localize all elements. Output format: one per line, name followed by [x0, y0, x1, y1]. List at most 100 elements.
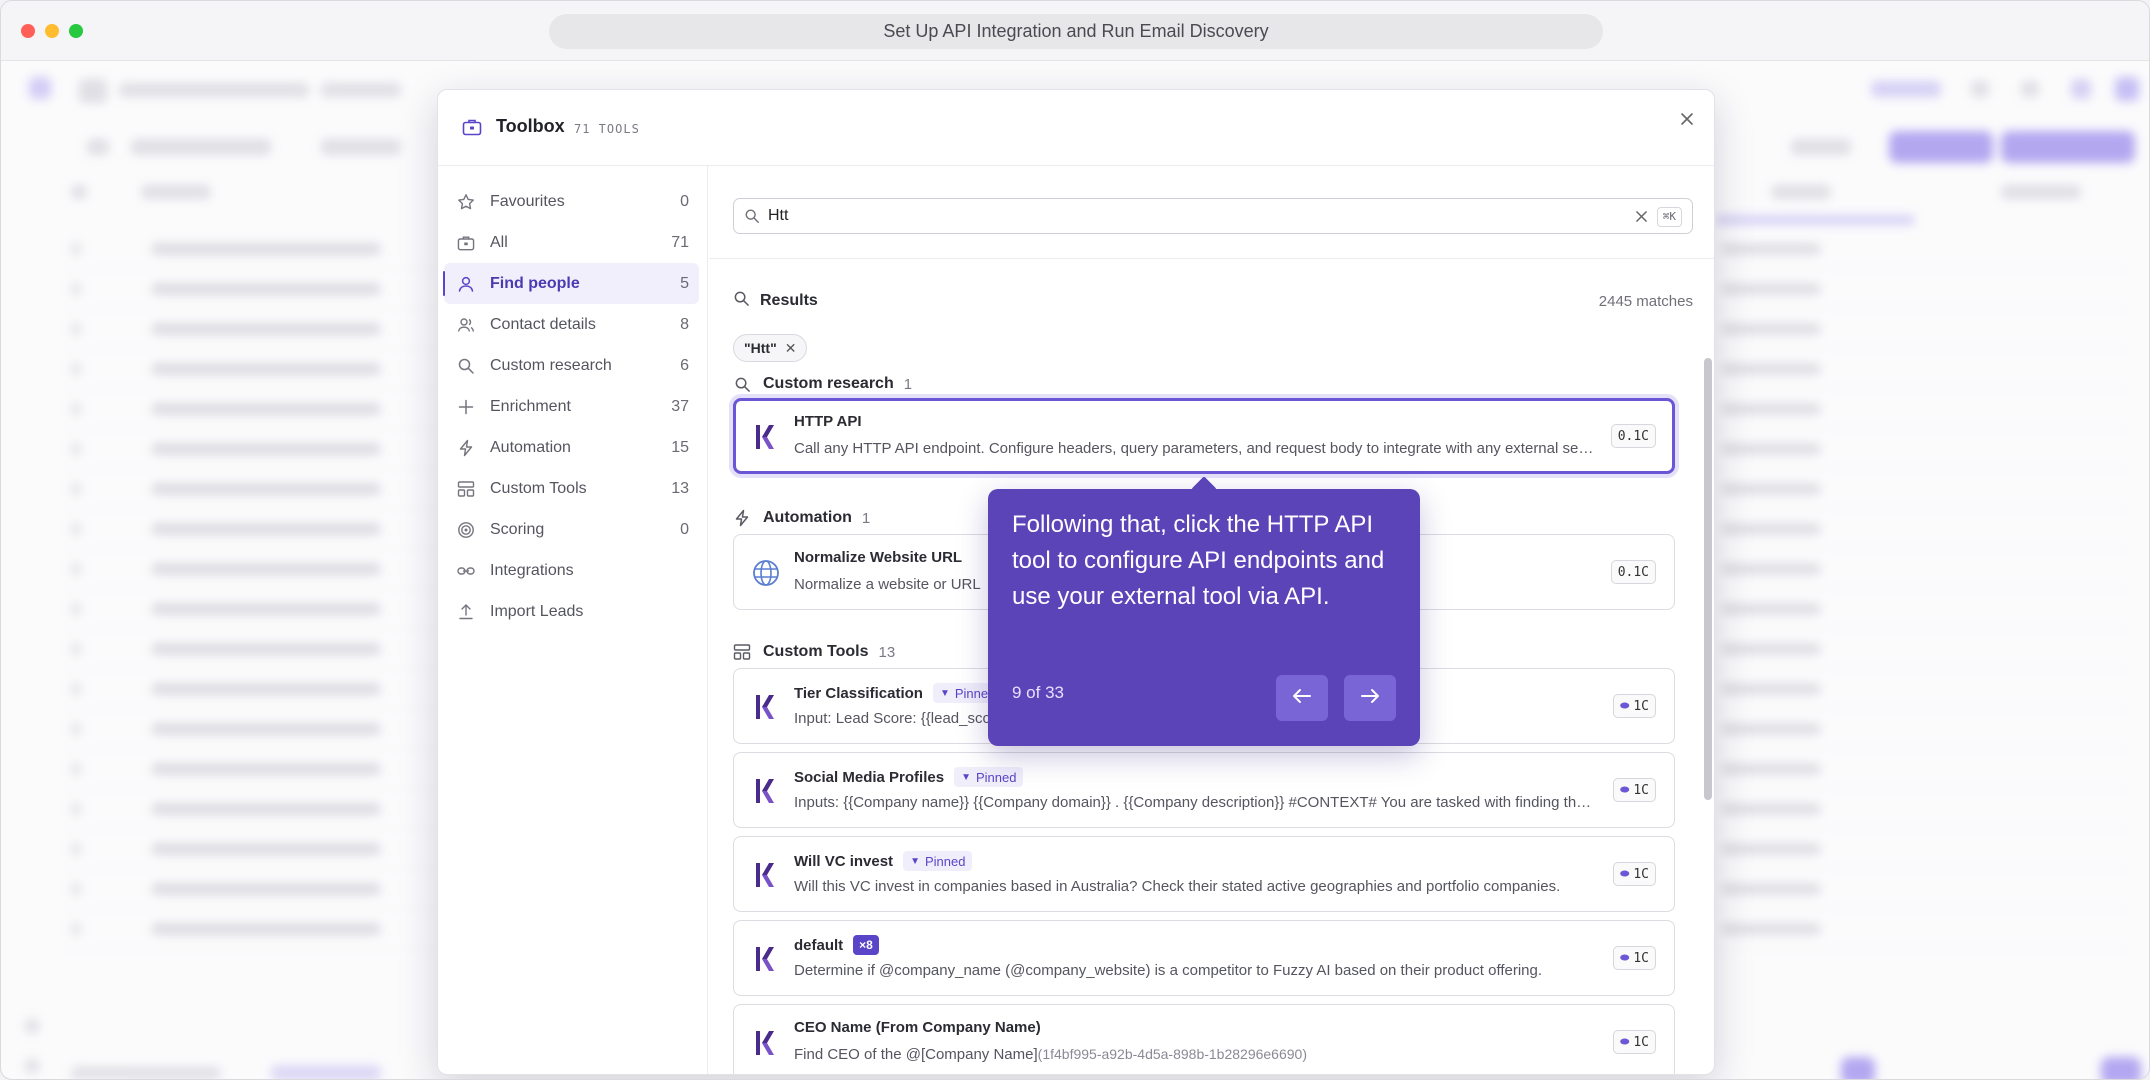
tool-name: Will VC invest ▼ Pinned: [794, 851, 973, 871]
coin-icon: ⬬: [1619, 951, 1630, 964]
previous-step-button[interactable]: [1276, 675, 1328, 721]
tool-card-will-vc-invest[interactable]: Will VC invest ▼ Pinned Will this VC inves…: [733, 836, 1675, 912]
browser-window: Set Up API Integration and Run Email Dis…: [0, 0, 2150, 1080]
address-bar[interactable]: Set Up API Integration and Run Email Dis…: [549, 14, 1603, 49]
tool-card-social-media-profiles[interactable]: Social Media Profiles ▼ Pinned Inputs: {{C…: [733, 752, 1675, 828]
pin-icon: ▼: [939, 687, 950, 699]
pinned-badge: ▼ Pinned: [954, 767, 1024, 787]
search-icon: [733, 290, 750, 312]
coin-icon: ⬬: [1619, 867, 1630, 880]
coin-icon: ⬬: [1619, 1035, 1630, 1048]
cost-badge: ⬬ 1C: [1612, 778, 1656, 802]
sidebar-item-all[interactable]: All 71: [444, 222, 699, 263]
clear-search-icon[interactable]: [1635, 207, 1648, 228]
k-logo-icon: [752, 777, 778, 805]
tool-description: Inputs: {{Company name}} {{Company domai…: [794, 794, 1594, 811]
link-icon: [456, 561, 476, 581]
sidebar-item-custom-research[interactable]: Custom research 6: [444, 345, 699, 386]
cost-badge: ⬬ 1C: [1612, 694, 1656, 718]
close-icon[interactable]: [1676, 108, 1698, 130]
k-logo-icon: [752, 945, 778, 973]
custom-tools-icon: [456, 479, 476, 499]
sidebar-item-find-people[interactable]: Find people 5: [443, 263, 699, 304]
toolbox-icon: [462, 118, 482, 136]
sidebar-item-favourites[interactable]: Favourites 0: [444, 181, 699, 222]
tool-card-http-api[interactable]: HTTP API Call any HTTP API endpoint. Con…: [733, 398, 1675, 474]
coin-icon: ⬬: [1619, 783, 1630, 796]
category-sidebar: Favourites 0 All 71 Find people 5 Contac…: [438, 166, 708, 1074]
plus-icon: [456, 397, 476, 417]
scrollbar-thumb[interactable]: [1704, 358, 1712, 800]
search-input[interactable]: [768, 207, 1618, 225]
cost-badge: ⬬ 1C: [1612, 946, 1656, 970]
tool-description: Find CEO of the @[Company Name](1f4bf995…: [794, 1046, 1307, 1063]
search-icon: [456, 356, 476, 376]
sidebar-item-enrichment[interactable]: Enrichment 37: [444, 386, 699, 427]
k-logo-icon: [752, 861, 778, 889]
tool-name: CEO Name (From Company Name): [794, 1019, 1041, 1036]
sidebar-item-contact-details[interactable]: Contact details 8: [444, 304, 699, 345]
close-window-button[interactable]: [21, 24, 35, 38]
tool-name: Tier Classification ▼ Pinned: [794, 683, 1003, 703]
k-logo-icon: [752, 1029, 778, 1057]
match-count: 2445 matches: [1598, 292, 1693, 310]
tool-card-default[interactable]: default ×8 Determine if @company_name (@c…: [733, 920, 1675, 996]
modal-header: Toolbox 71 TOOLS: [438, 90, 1714, 166]
contacts-icon: [456, 315, 476, 335]
cost-badge: 0.1C: [1610, 424, 1656, 448]
chip-label: "Htt": [744, 340, 777, 356]
tool-description: Will this VC invest in companies based i…: [794, 878, 1561, 895]
tooltip-text: Following that, click the HTTP API tool …: [1012, 511, 1385, 610]
pin-icon: ▼: [910, 855, 920, 867]
tool-name: default ×8: [794, 935, 879, 955]
minimize-window-button[interactable]: [45, 24, 59, 38]
bolt-icon: [733, 509, 751, 527]
shortcut-hint: ⌘K: [1656, 207, 1682, 227]
sidebar-item-custom-tools[interactable]: Custom Tools 13: [444, 468, 699, 509]
sidebar-item-automation[interactable]: Automation 15: [444, 427, 699, 468]
arrow-left-icon: [1292, 688, 1312, 709]
query-chip: "Htt" ✕: [733, 334, 808, 362]
arrow-right-icon: [1360, 688, 1380, 709]
person-icon: [456, 274, 476, 294]
cost-badge: ⬬ 1C: [1612, 1030, 1656, 1054]
coin-icon: ⬬: [1619, 699, 1630, 712]
next-step-button[interactable]: [1344, 675, 1396, 721]
title-bar: Set Up API Integration and Run Email Dis…: [1, 1, 2149, 61]
reference-id: (1f4bf995-a92b-4d5a-898b-1b28296e6690): [1037, 1046, 1307, 1062]
tools-count: 71 TOOLS: [574, 122, 640, 136]
tool-card-ceo-name[interactable]: CEO Name (From Company Name) Find CEO of…: [733, 1004, 1675, 1074]
section-automation: Automation 1: [733, 506, 870, 530]
results-label: Results: [760, 292, 818, 309]
target-icon: [456, 520, 476, 540]
cost-badge: ⬬ 1C: [1612, 862, 1656, 886]
divider: [709, 258, 1714, 259]
search-field[interactable]: ⌘K: [733, 198, 1693, 234]
modal-title: Toolbox: [496, 116, 565, 136]
custom-tools-icon: [733, 643, 751, 661]
step-counter: 9 of 33: [1012, 683, 1064, 702]
star-icon: [456, 192, 476, 212]
k-logo-icon: [752, 693, 778, 721]
section-custom-tools: Custom Tools 13: [733, 640, 895, 664]
tool-name: Normalize Website URL: [794, 549, 963, 566]
bolt-icon: [456, 438, 476, 458]
section-custom-research: Custom research 1: [733, 372, 912, 396]
remove-chip-icon[interactable]: ✕: [785, 340, 797, 357]
search-icon: [744, 208, 760, 224]
pinned-badge: ▼ Pinned: [903, 851, 973, 871]
cost-badge: 0.1C: [1610, 560, 1656, 584]
tour-tooltip: Following that, click the HTTP API tool …: [988, 489, 1420, 746]
sidebar-item-import-leads[interactable]: Import Leads: [444, 591, 699, 632]
tool-description: Call any HTTP API endpoint. Configure he…: [794, 440, 1594, 457]
sidebar-item-scoring[interactable]: Scoring 0: [444, 509, 699, 550]
globe-icon: [752, 559, 779, 587]
search-icon: [733, 375, 751, 393]
scrollbar[interactable]: [1702, 258, 1714, 1074]
maximize-window-button[interactable]: [69, 24, 83, 38]
sidebar-item-integrations[interactable]: Integrations: [444, 550, 699, 591]
results-header: Results 2445 matches: [733, 288, 1693, 314]
tool-name: Social Media Profiles ▼ Pinned: [794, 767, 1024, 787]
upload-icon: [456, 602, 476, 622]
tool-name: HTTP API: [794, 413, 862, 430]
